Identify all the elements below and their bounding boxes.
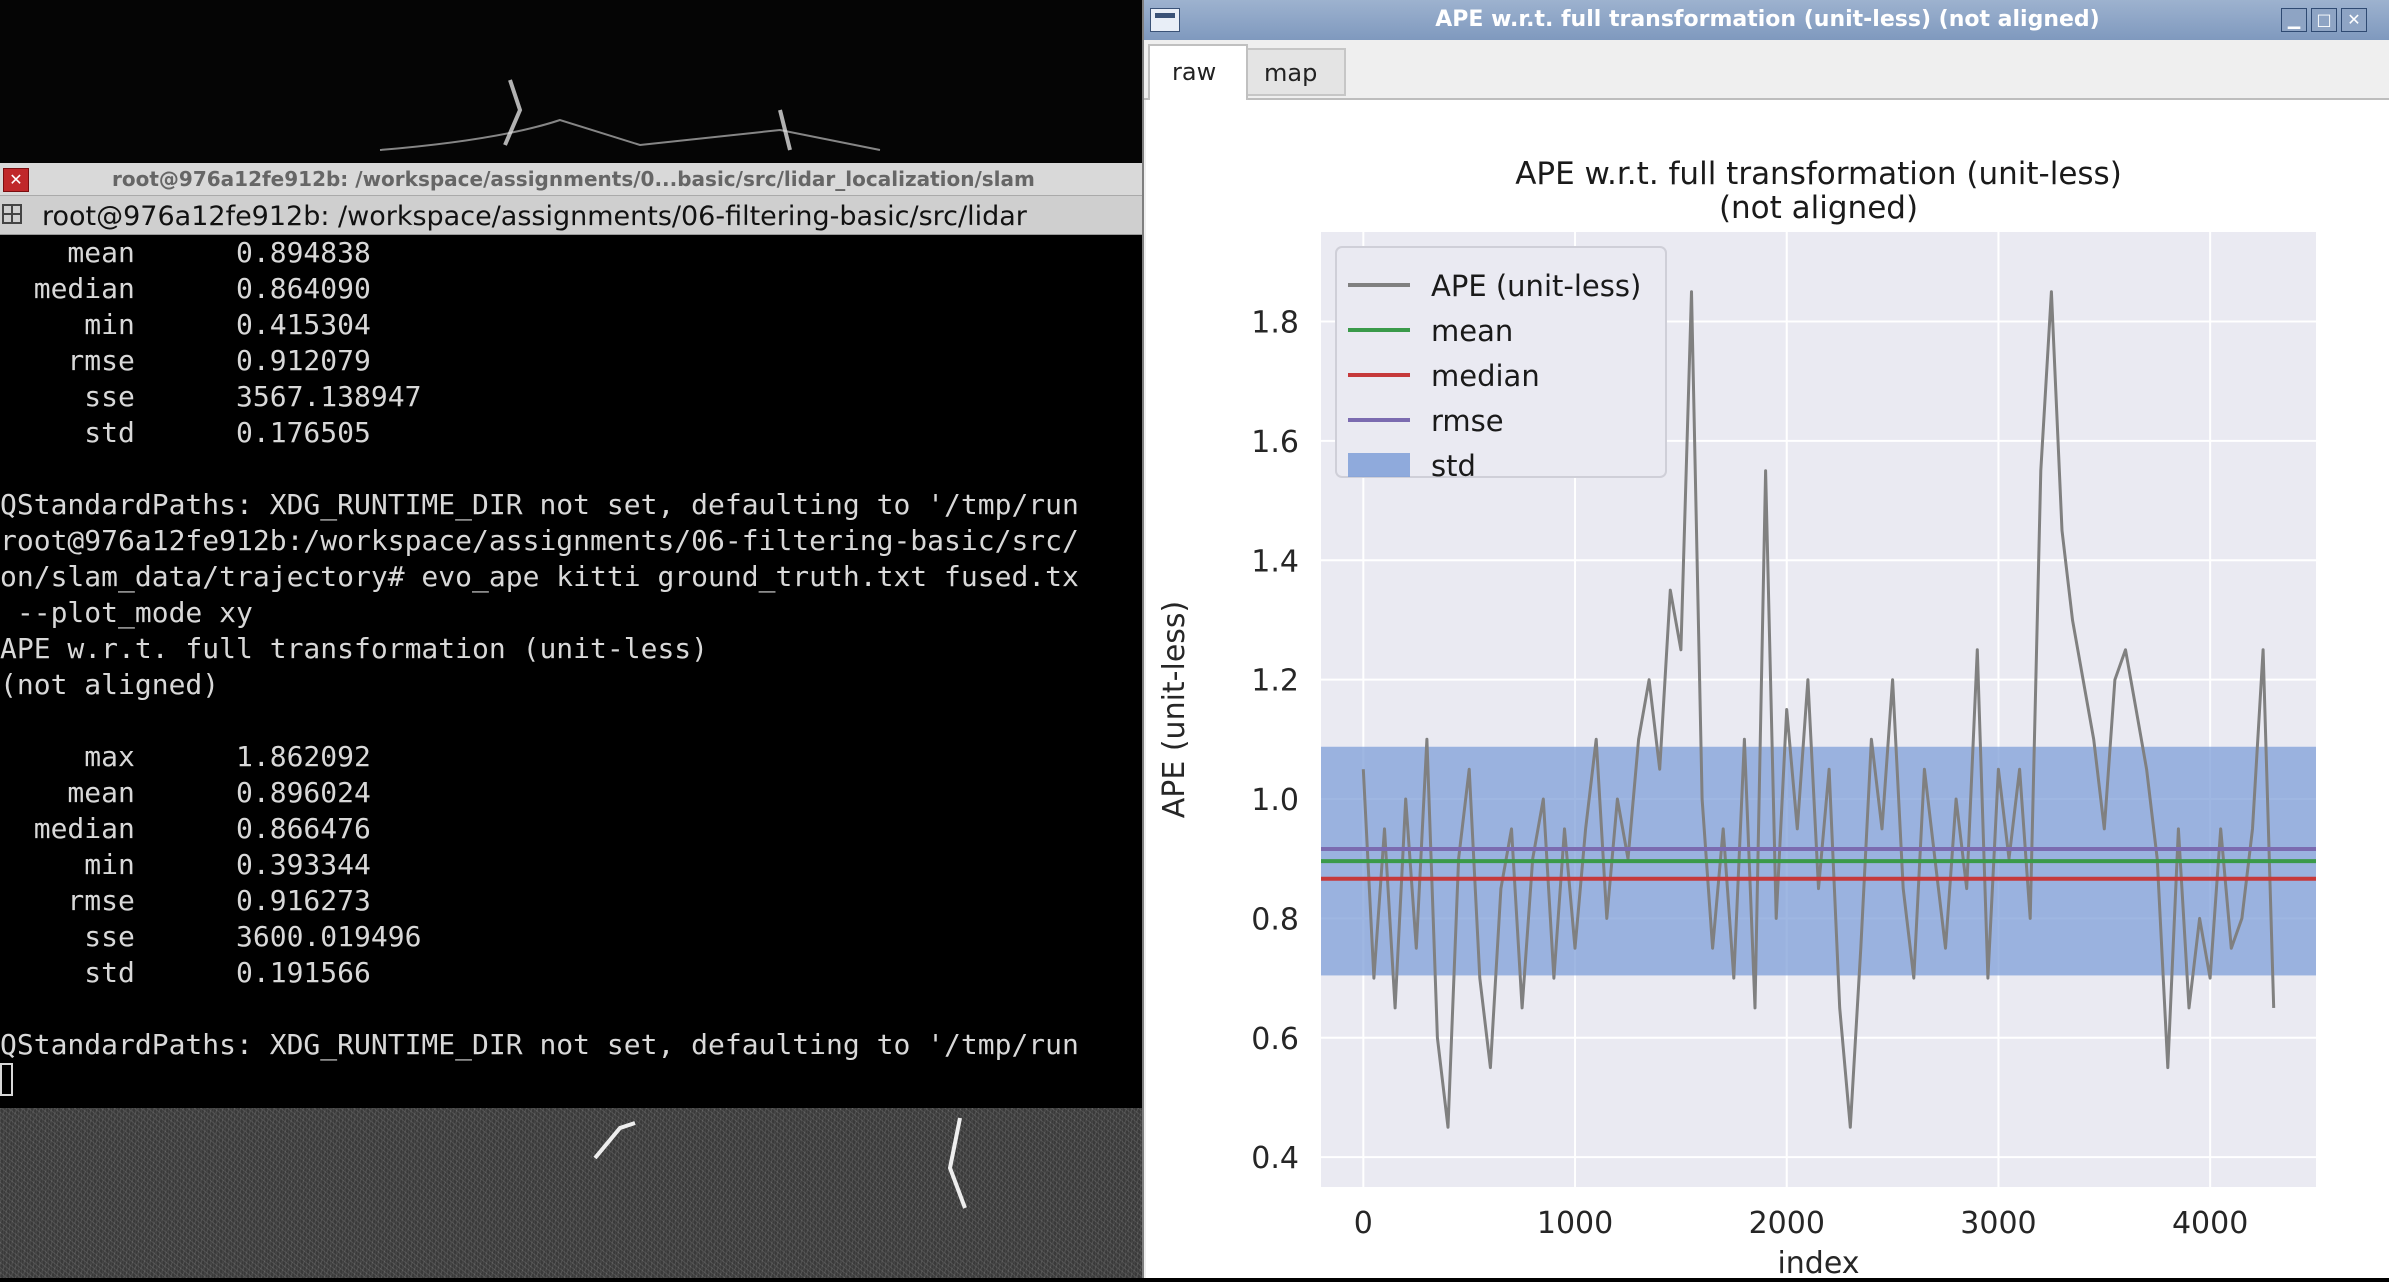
plot-canvas: 0 1000 2000 3000 4000 0.4 0.6 0.8 1.0 1.2 1.4 1.6 1.… [1146,100,2389,1281]
terminal-line: root@976a12fe912b:/workspace/assignments… [0,524,1079,557]
terminal-close-icon[interactable]: ✕ [3,168,29,192]
terminal-line: std 0.176505 [0,416,371,449]
y-tick-label: 1.2 [1251,664,1299,699]
x-tick-label: 2000 [1749,1206,1825,1241]
legend-label: median [1431,359,1540,393]
terminal-output[interactable]: mean 0.894838 median 0.864090 min 0.4153… [0,235,1142,1108]
y-tick-label: 1.0 [1251,783,1299,818]
terminal-cursor [0,1063,13,1096]
plot-window[interactable]: APE w.r.t. full transformation (unit-les… [1142,0,2389,1281]
terminal-tab-title: root@976a12fe912b: /workspace/assignment… [42,201,1027,232]
terminal-line: on/slam_data/trajectory# evo_ape kitti g… [0,560,1079,593]
plot-window-titlebar[interactable]: APE w.r.t. full transformation (unit-les… [1144,0,2389,40]
y-tick-label: 1.4 [1251,544,1299,579]
terminal-line: --plot_mode xy [0,596,253,629]
chart-subtitle: (not aligned) [1719,190,1918,226]
terminal-line: std 0.191566 [0,956,371,989]
terminal-line: max 1.862092 [0,740,371,773]
y-tick-label: 0.4 [1251,1141,1299,1176]
y-tick-label: 1.6 [1251,425,1299,460]
legend-swatch-std [1348,453,1410,477]
tab-raw[interactable]: raw [1148,44,1248,100]
plot-tabs: map raw [1144,44,2389,100]
y-tick-label: 0.8 [1251,902,1299,937]
x-tick-label: 3000 [1960,1206,2036,1241]
x-tick-label: 1000 [1537,1206,1613,1241]
y-tick-label: 0.6 [1251,1022,1299,1057]
terminal-line: QStandardPaths: XDG_RUNTIME_DIR not set,… [0,1028,1079,1061]
terminal-line: min 0.415304 [0,308,371,341]
legend-label: std [1431,449,1476,483]
terminal-line: rmse 0.912079 [0,344,371,377]
background-image-bottom [0,1108,1142,1278]
terminal-line: QStandardPaths: XDG_RUNTIME_DIR not set,… [0,488,1079,521]
legend-label: mean [1431,314,1513,348]
terminal-titlebar[interactable]: ✕ root@976a12fe912b: /workspace/assignme… [0,163,1142,196]
x-axis-label: index [1777,1246,1859,1278]
terminal-line: rmse 0.916273 [0,884,371,917]
terminal-line: min 0.393344 [0,848,371,881]
y-axis-label: APE (unit-less) [1157,601,1192,819]
terminal-line: median 0.866476 [0,812,371,845]
terminal-window-title: root@976a12fe912b: /workspace/assignment… [112,167,1035,191]
legend-label: rmse [1431,404,1504,438]
y-tick-label: 1.8 [1251,306,1299,341]
maximize-icon[interactable]: □ [2311,8,2337,32]
terminal-line: APE w.r.t. full transformation (unit-les… [0,632,709,665]
terminal-line: mean 0.894838 [0,236,371,269]
x-tick-label: 4000 [2172,1206,2248,1241]
legend-label: APE (unit-less) [1431,269,1641,303]
close-icon[interactable]: ✕ [2341,8,2367,32]
terminal-line: mean 0.896024 [0,776,371,809]
tab-map[interactable]: map [1240,48,1346,96]
minimize-icon[interactable]: ▁ [2281,8,2307,32]
ape-chart: 0 1000 2000 3000 4000 0.4 0.6 0.8 1.0 1.2 1.4 1.6 1.… [1157,156,2316,1281]
lidar-points-top [379,79,881,151]
x-tick-label: 0 [1354,1206,1373,1241]
plot-window-title: APE w.r.t. full transformation (unit-les… [1435,7,2100,32]
chart-title: APE w.r.t. full transformation (unit-les… [1515,156,2122,192]
terminal-tab[interactable]: root@976a12fe912b: /workspace/assignment… [0,196,1142,235]
terminal-line: median 0.864090 [0,272,371,305]
terminal-line: sse 3567.138947 [0,380,422,413]
terminal-tab-icon [2,204,22,224]
lidar-points-bottom [593,1117,967,1209]
terminal-window[interactable]: ✕ root@976a12fe912b: /workspace/assignme… [0,163,1142,1108]
background-image-top [0,0,1142,165]
terminal-line: (not aligned) [0,668,220,701]
terminal-line: sse 3600.019496 [0,920,422,953]
